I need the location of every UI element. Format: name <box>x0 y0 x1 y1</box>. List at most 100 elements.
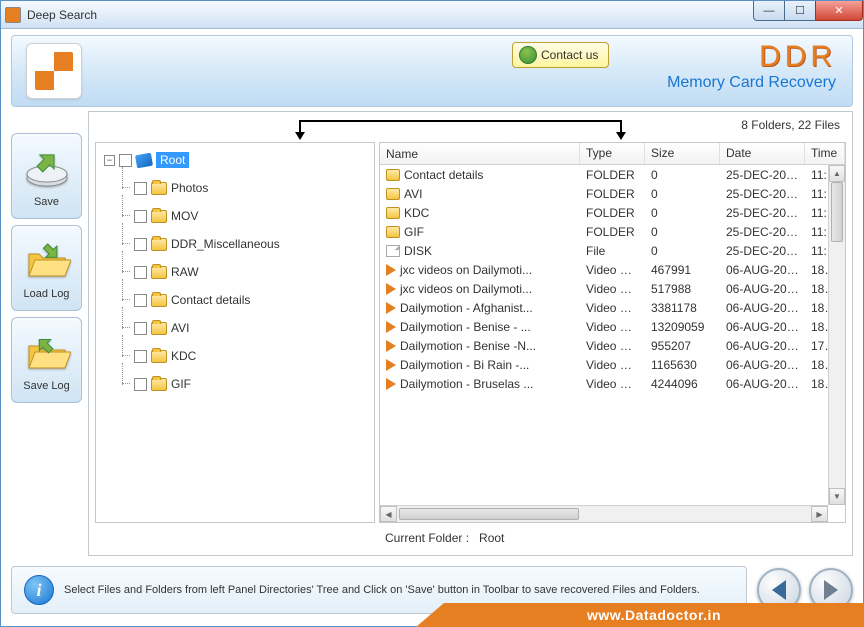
file-date: 06-AUG-2011 <box>720 300 805 316</box>
column-date[interactable]: Date <box>720 143 805 164</box>
tree-item[interactable]: GIF <box>100 373 370 395</box>
save-icon <box>21 144 73 192</box>
file-name: AVI <box>404 187 422 201</box>
folder-tree[interactable]: − Root Photos MOV DDR_Miscellaneous RAW Cont… <box>95 142 375 523</box>
checkbox[interactable] <box>134 322 147 335</box>
table-row[interactable]: Dailymotion - Benise -N... Video File9552… <box>380 336 845 355</box>
tree-item-label: AVI <box>171 321 189 335</box>
save-log-button[interactable]: Save Log <box>11 317 82 403</box>
table-row[interactable]: GIFFOLDER025-DEC-201211:29 <box>380 222 845 241</box>
tree-item-label: MOV <box>171 209 198 223</box>
tree-item[interactable]: Contact details <box>100 289 370 311</box>
file-name: Dailymotion - Benise -N... <box>400 339 536 353</box>
titlebar[interactable]: Deep Search — ☐ ✕ <box>1 1 863 29</box>
current-folder-status: Current Folder : Root <box>95 523 846 549</box>
file-type: Video File <box>580 376 645 392</box>
app-icon <box>5 7 21 23</box>
checkbox[interactable] <box>134 378 147 391</box>
tree-item-label: DDR_Miscellaneous <box>171 237 280 251</box>
tree-item[interactable]: MOV <box>100 205 370 227</box>
logo-icon <box>35 52 73 90</box>
video-icon <box>386 283 396 295</box>
scroll-left-icon[interactable]: ◀ <box>380 506 397 522</box>
table-row[interactable]: Dailymotion - Bruselas ...Video File4244… <box>380 374 845 393</box>
table-header[interactable]: Name Type Size Date Time <box>380 143 845 165</box>
checkbox[interactable] <box>134 182 147 195</box>
table-row[interactable]: Contact detailsFOLDER025-DEC-201211:29 <box>380 165 845 184</box>
file-type: Video File <box>580 338 645 354</box>
checkbox[interactable] <box>134 350 147 363</box>
folder-icon <box>386 169 400 181</box>
table-row[interactable]: Dailymotion - Afghanist...Video File3381… <box>380 298 845 317</box>
minimize-button[interactable]: — <box>753 1 785 21</box>
arrow-right-icon <box>824 580 838 600</box>
checkbox[interactable] <box>134 294 147 307</box>
table-row[interactable]: KDCFOLDER025-DEC-201211:29 <box>380 203 845 222</box>
status-summary: 8 Folders, 22 Files <box>741 118 840 132</box>
maximize-button[interactable]: ☐ <box>784 1 816 21</box>
video-icon <box>386 340 396 352</box>
close-button[interactable]: ✕ <box>815 1 863 21</box>
header-banner: Contact us DDR Memory Card Recovery <box>11 35 853 107</box>
file-name: DISK <box>404 244 432 258</box>
tree-root-item[interactable]: − Root <box>100 149 370 171</box>
table-row[interactable]: DISKFile025-DEC-201211:27 <box>380 241 845 260</box>
scroll-down-icon[interactable]: ▼ <box>829 488 845 505</box>
save-label: Save <box>34 196 59 208</box>
save-log-icon <box>21 328 73 376</box>
load-log-button[interactable]: Load Log <box>11 225 82 311</box>
folder-icon <box>151 210 167 223</box>
table-row[interactable]: AVIFOLDER025-DEC-201211:29 <box>380 184 845 203</box>
file-type: Video File <box>580 281 645 297</box>
horizontal-scrollbar[interactable]: ◀ ▶ <box>380 505 828 522</box>
collapse-icon[interactable]: − <box>104 155 115 166</box>
table-row[interactable]: jxc videos on Dailymoti...Video File5179… <box>380 279 845 298</box>
video-icon <box>386 378 396 390</box>
file-date: 06-AUG-2011 <box>720 357 805 373</box>
folder-icon <box>386 226 400 238</box>
video-icon <box>386 359 396 371</box>
file-list[interactable]: Name Type Size Date Time Contact details… <box>379 142 846 523</box>
scroll-right-icon[interactable]: ▶ <box>811 506 828 522</box>
contact-label: Contact us <box>541 48 598 62</box>
tree-item[interactable]: AVI <box>100 317 370 339</box>
checkbox[interactable] <box>119 154 132 167</box>
hint-text: Select Files and Folders from left Panel… <box>64 583 700 598</box>
current-folder-value: Root <box>479 531 504 545</box>
scroll-thumb[interactable] <box>831 182 843 242</box>
file-date: 06-AUG-2011 <box>720 281 805 297</box>
hscroll-thumb[interactable] <box>399 508 579 520</box>
column-size[interactable]: Size <box>645 143 720 164</box>
vertical-scrollbar[interactable]: ▲ ▼ <box>828 165 845 505</box>
file-size: 955207 <box>645 338 720 354</box>
save-button[interactable]: Save <box>11 133 82 219</box>
url-bar-slant <box>416 603 444 627</box>
checkbox[interactable] <box>134 238 147 251</box>
tree-item[interactable]: KDC <box>100 345 370 367</box>
checkbox[interactable] <box>134 266 147 279</box>
file-date: 25-DEC-2012 <box>720 167 805 183</box>
column-name[interactable]: Name <box>380 143 580 164</box>
table-row[interactable]: Dailymotion - Bi Rain -...Video File1165… <box>380 355 845 374</box>
column-time[interactable]: Time <box>805 143 845 164</box>
column-type[interactable]: Type <box>580 143 645 164</box>
folder-icon <box>386 188 400 200</box>
disk-icon <box>135 152 153 168</box>
tree-item[interactable]: DDR_Miscellaneous <box>100 233 370 255</box>
table-row[interactable]: jxc videos on Dailymoti...Video File4679… <box>380 260 845 279</box>
checkbox[interactable] <box>134 210 147 223</box>
contact-us-button[interactable]: Contact us <box>512 42 609 68</box>
scroll-up-icon[interactable]: ▲ <box>829 165 845 182</box>
file-type: FOLDER <box>580 224 645 240</box>
tree-item[interactable]: Photos <box>100 177 370 199</box>
app-logo <box>26 43 82 99</box>
tree-item-label: Contact details <box>171 293 250 307</box>
folder-icon <box>151 182 167 195</box>
file-size: 517988 <box>645 281 720 297</box>
table-row[interactable]: Dailymotion - Benise - ...Video File1320… <box>380 317 845 336</box>
file-type: Video File <box>580 262 645 278</box>
load-log-icon <box>21 236 73 284</box>
file-type: Video File <box>580 300 645 316</box>
tree-item[interactable]: RAW <box>100 261 370 283</box>
connector-arrow <box>299 120 622 138</box>
